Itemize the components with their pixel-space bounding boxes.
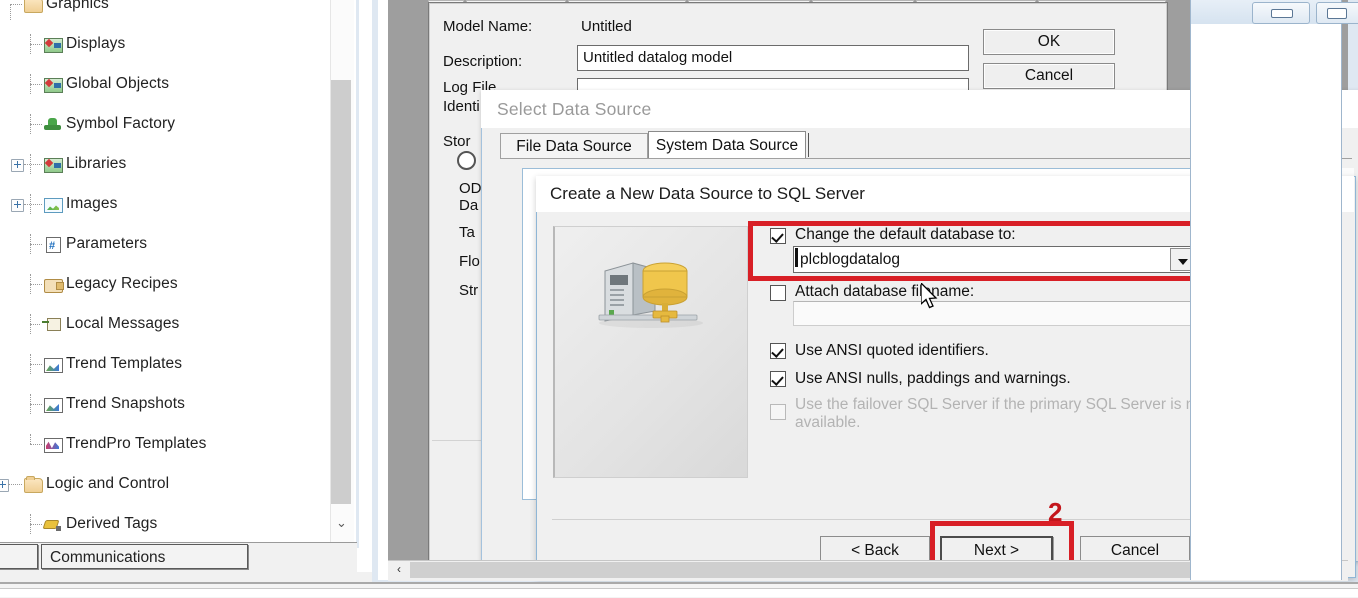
tree-item-local-messages[interactable]: Local Messages <box>0 314 330 334</box>
database-label-partial: Da <box>459 197 479 214</box>
use-ansi-quoted-identifiers-checkbox[interactable] <box>770 343 786 359</box>
image-icon <box>44 198 63 213</box>
use-ansi-quoted-identifiers-label: Use ANSI quoted identifiers. <box>795 342 989 359</box>
display-icon <box>44 78 63 93</box>
attach-database-filename-checkbox[interactable] <box>770 285 786 301</box>
recipe-icon <box>44 279 64 293</box>
model-name-value: Untitled <box>581 18 632 35</box>
description-label: Description: <box>443 53 523 70</box>
scroll-down-icon[interactable]: ⌄ <box>330 512 353 534</box>
tree-item-label: Libraries <box>66 155 127 172</box>
tree-item-label: Images <box>66 195 118 212</box>
tree-item-symbol-factory[interactable]: Symbol Factory <box>0 114 330 134</box>
scroll-left-icon[interactable]: ‹ <box>390 562 408 578</box>
folder-icon <box>24 0 43 13</box>
explorer-footer <box>0 572 372 582</box>
cancel-button[interactable]: Cancel <box>983 63 1115 89</box>
parameters-icon <box>46 236 61 256</box>
right-pane <box>1190 24 1342 580</box>
odbc-label-partial: OD <box>459 180 482 197</box>
select-data-source-title: Select Data Source <box>497 99 652 119</box>
tree-item-label: Parameters <box>66 235 148 252</box>
tree-item-label: Derived Tags <box>66 515 158 532</box>
trend-icon <box>44 358 63 373</box>
tab-caret <box>808 133 809 157</box>
tree-item-label: Local Messages <box>66 315 180 332</box>
ok-button[interactable]: OK <box>983 29 1115 55</box>
tab-file-data-source[interactable]: File Data Source <box>500 133 648 159</box>
string-label-partial: Str <box>459 282 479 299</box>
use-failover-sql-server-checkbox <box>770 404 786 420</box>
restore-button[interactable] <box>1316 2 1358 24</box>
mouse-cursor <box>921 283 938 309</box>
storage-label-partial: Stor <box>443 133 471 150</box>
annotation-highlight-1 <box>748 221 1218 281</box>
tree-item-label: Symbol Factory <box>66 115 176 132</box>
log-file-label-line2: Identi <box>443 98 480 115</box>
tree-item-label: Legacy Recipes <box>66 275 178 292</box>
project-explorer-panel: Graphics Displays Global Objects Symbol … <box>0 0 372 596</box>
flow-label-partial: Flo <box>459 253 480 270</box>
tree-item-global-objects[interactable]: Global Objects <box>0 74 330 94</box>
tree-item-label: Logic and Control <box>46 475 170 492</box>
symbol-factory-icon <box>44 118 61 131</box>
storage-radio[interactable] <box>457 151 476 170</box>
tree-item-graphics[interactable]: Graphics <box>0 0 330 20</box>
tree-item-trend-templates[interactable]: Trend Templates <box>0 354 330 374</box>
attach-database-filename-label: Attach database filename: <box>795 283 975 300</box>
tree-item-libraries[interactable]: Libraries <box>0 154 330 174</box>
tree-item-trendpro-templates[interactable]: TrendPro Templates <box>0 434 330 454</box>
explorer-tab-strip: tion Communications <box>0 542 357 573</box>
tree-item-images[interactable]: Images <box>0 194 330 214</box>
tree-item-label: TrendPro Templates <box>66 435 207 452</box>
minimize-button[interactable] <box>1252 2 1310 24</box>
tree-item-label: Displays <box>66 35 126 52</box>
tree-item-logic-and-control[interactable]: Logic and Control <box>0 474 330 494</box>
tree-item-parameters[interactable]: Parameters <box>0 234 330 256</box>
tree-item-label: Trend Snapshots <box>66 395 185 412</box>
sql-server-illustration <box>553 226 748 478</box>
display-icon <box>44 158 63 173</box>
use-ansi-nulls-label: Use ANSI nulls, paddings and warnings. <box>795 370 1071 387</box>
message-icon <box>42 318 61 331</box>
server-database-icon <box>598 262 703 328</box>
tree-item-displays[interactable]: Displays <box>0 34 330 54</box>
sql-dialog-title: Create a New Data Source to SQL Server <box>550 184 865 203</box>
expand-icon[interactable] <box>0 479 9 492</box>
tree-item-legacy-recipes[interactable]: Legacy Recipes <box>0 274 330 294</box>
trendpro-icon <box>44 438 63 453</box>
tree-item-label: Graphics <box>46 0 109 12</box>
project-tree[interactable]: Graphics Displays Global Objects Symbol … <box>0 0 330 542</box>
tab-communications[interactable]: Communications <box>41 544 248 569</box>
expand-icon[interactable] <box>11 199 24 212</box>
explorer-divider <box>356 0 359 548</box>
description-field[interactable]: Untitled datalog model <box>577 45 969 71</box>
use-ansi-nulls-checkbox[interactable] <box>770 371 786 387</box>
tree-scrollbar-thumb[interactable] <box>331 80 351 504</box>
description-value: Untitled datalog model <box>583 49 733 66</box>
tree-item-derived-tags[interactable]: Derived Tags <box>0 514 330 534</box>
tree-item-label: Trend Templates <box>66 355 183 372</box>
attach-database-filename-field[interactable] <box>793 301 1197 326</box>
tab-configuration[interactable]: tion <box>0 544 38 569</box>
expand-icon[interactable] <box>11 159 24 172</box>
trend-snapshot-icon <box>44 398 63 413</box>
derived-tags-icon <box>44 518 61 531</box>
tree-item-trend-snapshots[interactable]: Trend Snapshots <box>0 394 330 414</box>
tab-system-data-source[interactable]: System Data Source <box>648 131 806 159</box>
display-icon <box>44 38 63 53</box>
tree-item-label: Global Objects <box>66 75 170 92</box>
folder-icon <box>24 476 43 493</box>
table-label-partial: Ta <box>459 224 475 241</box>
annotation-number-2: 2 <box>1048 497 1063 527</box>
model-name-label: Model Name: <box>443 18 533 35</box>
